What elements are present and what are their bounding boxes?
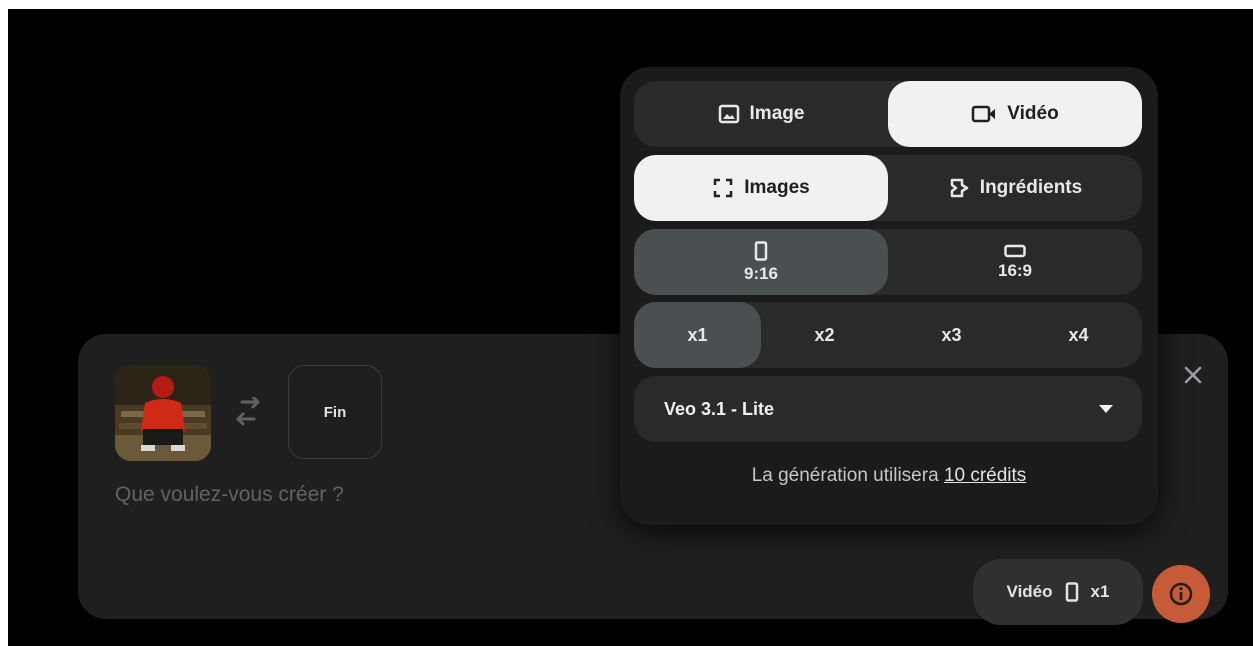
generation-settings-popover: Image Vidéo Images Ingrédients 9:16 16:9… bbox=[620, 67, 1158, 525]
caret-down-icon bbox=[1098, 404, 1114, 414]
swap-icon[interactable] bbox=[228, 397, 268, 427]
credit-link[interactable]: 10 crédits bbox=[944, 465, 1026, 486]
tab-video[interactable]: Vidéo bbox=[888, 81, 1142, 147]
output-count-selector: x1 x2 x3 x4 bbox=[634, 302, 1142, 368]
aspect-ratio-16-9[interactable]: 16:9 bbox=[888, 229, 1142, 295]
video-icon bbox=[971, 104, 997, 124]
tab-ingredients-label: Ingrédients bbox=[979, 177, 1083, 198]
count-x3[interactable]: x3 bbox=[888, 302, 1015, 368]
aspect-ratio-label: 9:16 bbox=[743, 263, 779, 283]
start-frame-thumbnail[interactable] bbox=[115, 365, 211, 461]
aspect-ratio-selector: 9:16 16:9 bbox=[634, 229, 1142, 295]
portrait-icon bbox=[754, 240, 768, 261]
portrait-icon bbox=[1065, 582, 1079, 602]
end-frame-label: Fin bbox=[323, 403, 347, 421]
app-screen: Fin Vidéo x1 bbox=[8, 9, 1253, 646]
close-icon[interactable] bbox=[1180, 362, 1206, 388]
info-icon bbox=[1168, 581, 1194, 607]
count-x1[interactable]: x1 bbox=[634, 302, 761, 368]
landscape-icon bbox=[1004, 244, 1026, 258]
model-dropdown[interactable]: Veo 3.1 - Lite bbox=[634, 376, 1142, 442]
model-name: Veo 3.1 - Lite bbox=[664, 398, 775, 419]
count-x2[interactable]: x2 bbox=[761, 302, 888, 368]
count-label: x1 bbox=[687, 324, 708, 345]
tab-image-label: Image bbox=[749, 103, 805, 124]
count-label: x3 bbox=[941, 324, 962, 345]
media-type-selector: Image Vidéo bbox=[634, 81, 1142, 147]
tab-images-label: Images bbox=[744, 177, 810, 198]
ingredients-icon bbox=[948, 177, 970, 199]
frame-icon bbox=[712, 177, 734, 199]
count-x4[interactable]: x4 bbox=[1015, 302, 1142, 368]
source-selector: Images Ingrédients bbox=[634, 155, 1142, 221]
generation-settings-chip[interactable]: Vidéo x1 bbox=[973, 559, 1143, 625]
settings-chip-count: x1 bbox=[1090, 582, 1110, 601]
submit-button[interactable] bbox=[1152, 565, 1210, 623]
image-icon bbox=[718, 104, 740, 124]
credit-text: La génération utilisera bbox=[751, 465, 939, 486]
tab-image[interactable]: Image bbox=[634, 81, 888, 147]
tab-video-label: Vidéo bbox=[1007, 103, 1059, 124]
count-label: x4 bbox=[1068, 324, 1089, 345]
credit-note: La génération utilisera 10 crédits bbox=[620, 465, 1158, 487]
count-label: x2 bbox=[814, 324, 835, 345]
tab-images[interactable]: Images bbox=[634, 155, 888, 221]
aspect-ratio-9-16[interactable]: 9:16 bbox=[634, 229, 888, 295]
settings-chip-mode: Vidéo bbox=[1006, 582, 1053, 601]
end-frame-button[interactable]: Fin bbox=[288, 365, 382, 459]
tab-ingredients[interactable]: Ingrédients bbox=[888, 155, 1142, 221]
aspect-ratio-label: 16:9 bbox=[997, 260, 1033, 280]
